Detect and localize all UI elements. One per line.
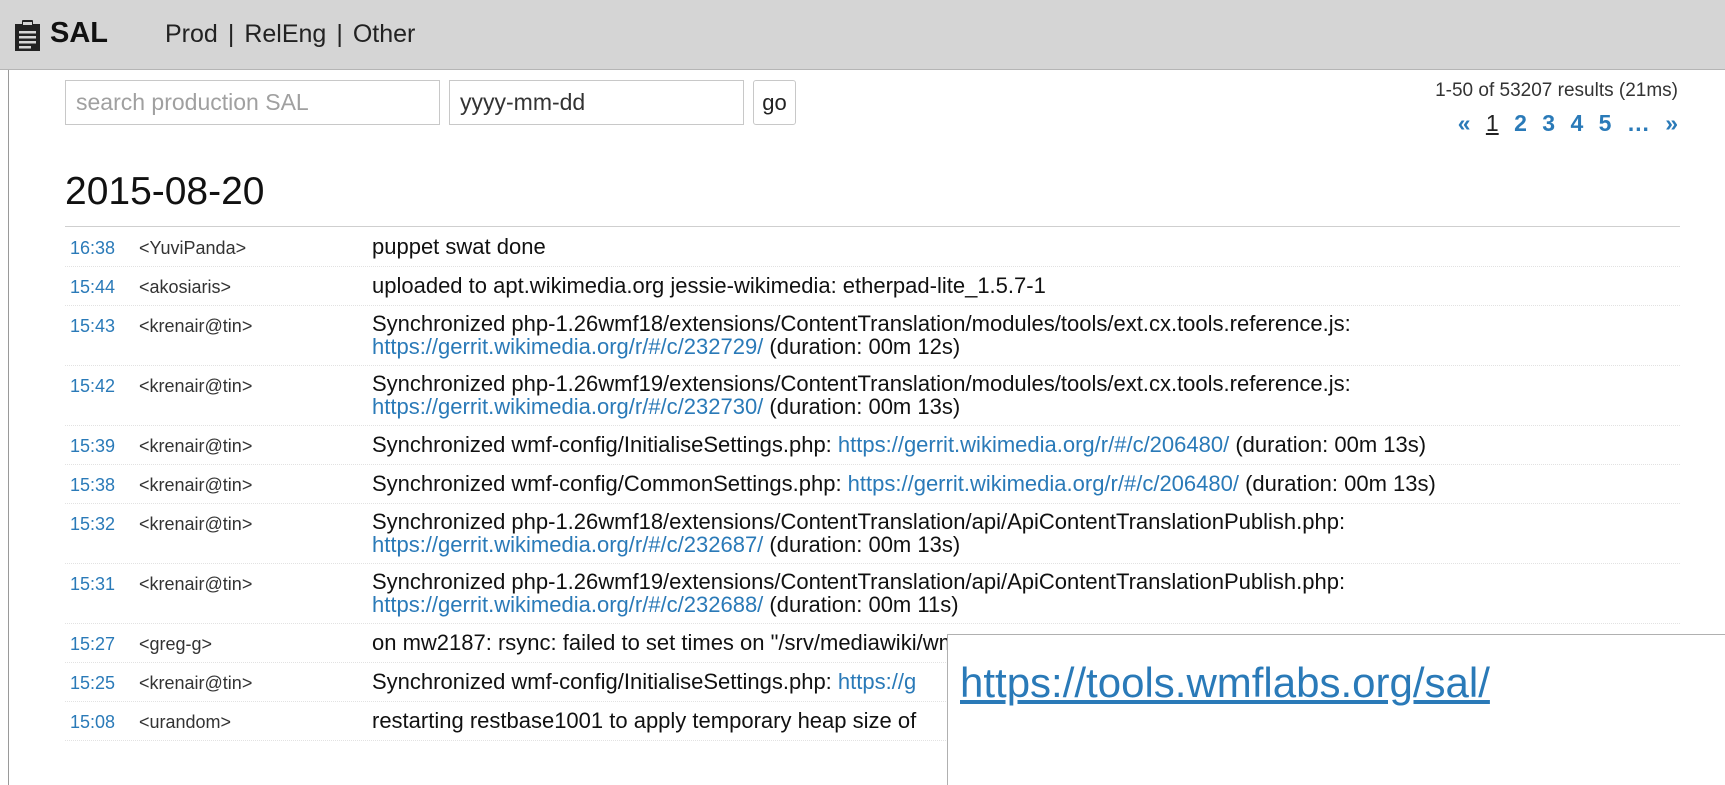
log-entry: 15:43 <krenair@tin> Synchronized php-1.2… (65, 306, 1680, 366)
date-input[interactable] (449, 80, 744, 125)
search-input[interactable] (65, 80, 440, 125)
pagination: « 1 2 3 4 5 … » (1449, 110, 1678, 137)
pagination-prev[interactable]: « (1458, 110, 1471, 136)
entry-nick: <greg-g> (139, 634, 213, 654)
nav-prod[interactable]: Prod (165, 20, 218, 48)
log-entry: 15:38 <krenair@tin> Synchronized wmf-con… (65, 465, 1680, 504)
entry-message: Synchronized php-1.26wmf18/extensions/Co… (372, 509, 1346, 557)
entry-nick: <krenair@tin> (139, 574, 253, 594)
entry-time-link[interactable]: 15:08 (70, 712, 115, 733)
date-heading: 2015-08-20 (65, 170, 265, 213)
results-summary: 1-50 of 53207 results (21ms) (1435, 80, 1678, 101)
entry-time-link[interactable]: 15:43 (70, 316, 115, 337)
entry-nick: <krenair@tin> (139, 475, 253, 495)
entry-time-link[interactable]: 15:42 (70, 376, 115, 397)
nav-separator: | (336, 20, 343, 48)
entry-nick: <krenair@tin> (139, 376, 253, 396)
top-bar: SAL Prod | RelEng | Other (0, 0, 1725, 70)
log-entry: 15:32 <krenair@tin> Synchronized php-1.2… (65, 504, 1680, 564)
entry-time-link[interactable]: 15:38 (70, 475, 115, 496)
entry-message: Synchronized php-1.26wmf19/extensions/Co… (372, 569, 1346, 617)
entry-nick: <YuviPanda> (139, 238, 247, 258)
url-overlay: https://tools.wmflabs.org/sal/ (947, 634, 1725, 785)
pagination-page[interactable]: 5 (1599, 110, 1612, 136)
log-entry: 15:31 <krenair@tin> Synchronized php-1.2… (65, 564, 1680, 624)
entry-message: Synchronized wmf-config/CommonSettings.p… (372, 471, 1436, 496)
go-button[interactable]: go (753, 80, 796, 125)
entry-time-link[interactable]: 15:39 (70, 436, 115, 457)
log-entry: 15:39 <krenair@tin> Synchronized wmf-con… (65, 426, 1680, 465)
entry-time-link[interactable]: 16:38 (70, 238, 115, 259)
nav-other[interactable]: Other (353, 20, 416, 48)
gerrit-link[interactable]: https://g (838, 669, 916, 694)
nav-releng[interactable]: RelEng (244, 20, 326, 48)
gerrit-link[interactable]: https://gerrit.wikimedia.org/r/#/c/20648… (838, 432, 1229, 457)
gerrit-link[interactable]: https://gerrit.wikimedia.org/r/#/c/23273… (372, 394, 763, 419)
log-entry: 15:44 <akosiaris> uploaded to apt.wikime… (65, 267, 1680, 306)
entry-nick: <krenair@tin> (139, 436, 253, 456)
brand-label[interactable]: SAL (50, 17, 108, 50)
entry-nick: <krenair@tin> (139, 673, 253, 693)
clipboard-icon (15, 20, 40, 51)
log-entry: 16:38 <YuviPanda> puppet swat done (65, 228, 1680, 267)
entry-nick: <krenair@tin> (139, 514, 253, 534)
nav-separator: | (227, 20, 235, 48)
entry-message: Synchronized php-1.26wmf18/extensions/Co… (372, 311, 1351, 359)
divider (65, 226, 1680, 227)
entry-message: uploaded to apt.wikimedia.org jessie-wik… (372, 273, 1046, 298)
gerrit-link[interactable]: https://gerrit.wikimedia.org/r/#/c/20648… (848, 471, 1239, 496)
entry-time-link[interactable]: 15:32 (70, 514, 115, 535)
sal-url-link[interactable]: https://tools.wmflabs.org/sal/ (960, 659, 1490, 707)
pagination-page-current: 1 (1485, 110, 1499, 136)
gerrit-link[interactable]: https://gerrit.wikimedia.org/r/#/c/23268… (372, 532, 763, 557)
pagination-page[interactable]: 3 (1542, 110, 1555, 136)
gerrit-link[interactable]: https://gerrit.wikimedia.org/r/#/c/23268… (372, 592, 763, 617)
entry-message: puppet swat done (372, 234, 546, 259)
entry-time-link[interactable]: 15:31 (70, 574, 115, 595)
entry-time-link[interactable]: 15:44 (70, 277, 115, 298)
pagination-page[interactable]: 4 (1570, 110, 1583, 136)
entry-nick: <akosiaris> (139, 277, 232, 297)
top-nav: Prod | RelEng | Other (165, 20, 415, 49)
entry-time-link[interactable]: 15:25 (70, 673, 115, 694)
pagination-page[interactable]: 2 (1514, 110, 1527, 136)
entry-time-link[interactable]: 15:27 (70, 634, 115, 655)
entry-message: Synchronized php-1.26wmf19/extensions/Co… (372, 371, 1351, 419)
gerrit-link[interactable]: https://gerrit.wikimedia.org/r/#/c/23272… (372, 334, 763, 359)
pagination-next[interactable]: » (1665, 110, 1678, 136)
entry-nick: <urandom> (139, 712, 232, 732)
entry-nick: <krenair@tin> (139, 316, 253, 336)
log-entry: 15:42 <krenair@tin> Synchronized php-1.2… (65, 366, 1680, 426)
pagination-ellipsis: … (1626, 110, 1650, 136)
entry-message: Synchronized wmf-config/InitialiseSettin… (372, 432, 1427, 457)
